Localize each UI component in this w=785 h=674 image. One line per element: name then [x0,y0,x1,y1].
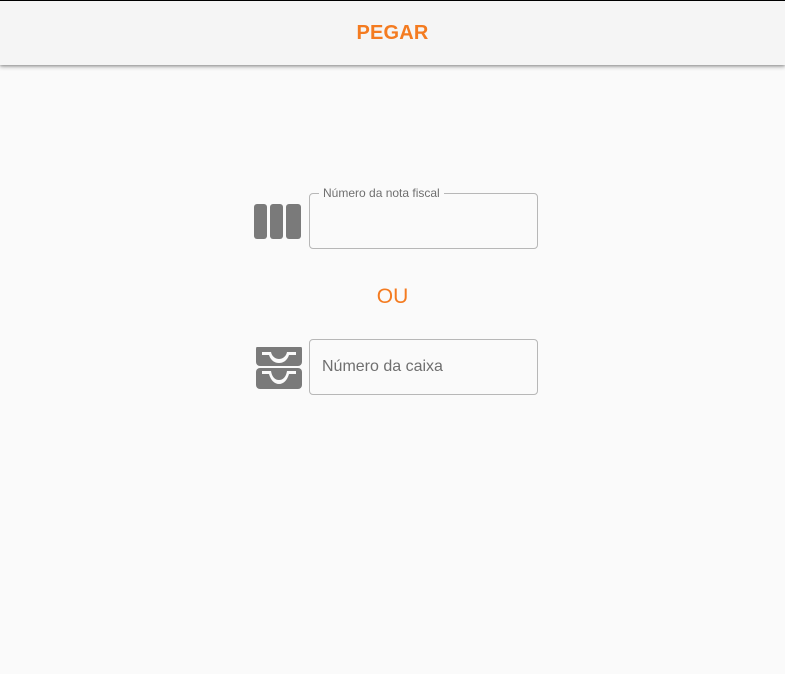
invoice-number-input[interactable] [310,194,537,248]
invoice-number-field[interactable]: Número da nota fiscal [309,186,538,249]
app-bar: PEGAR [0,1,785,65]
inbox-tray-icon [256,347,302,389]
barcode-bar-2 [270,204,283,239]
page: PEGAR Número da nota fiscal OU [0,0,785,674]
inbox-top-tray [256,347,302,366]
or-separator: OU [376,285,409,308]
invoice-number-label: Número da nota fiscal [319,186,444,201]
box-number-field[interactable] [309,339,538,395]
box-number-row [252,339,542,395]
barcode-bar-1 [254,204,267,239]
barcode-bar-3 [286,204,301,239]
invoice-number-row: Número da nota fiscal [252,186,542,249]
barcode-icon [254,204,301,239]
app-title: PEGAR [356,21,429,44]
box-number-input[interactable] [310,340,537,394]
